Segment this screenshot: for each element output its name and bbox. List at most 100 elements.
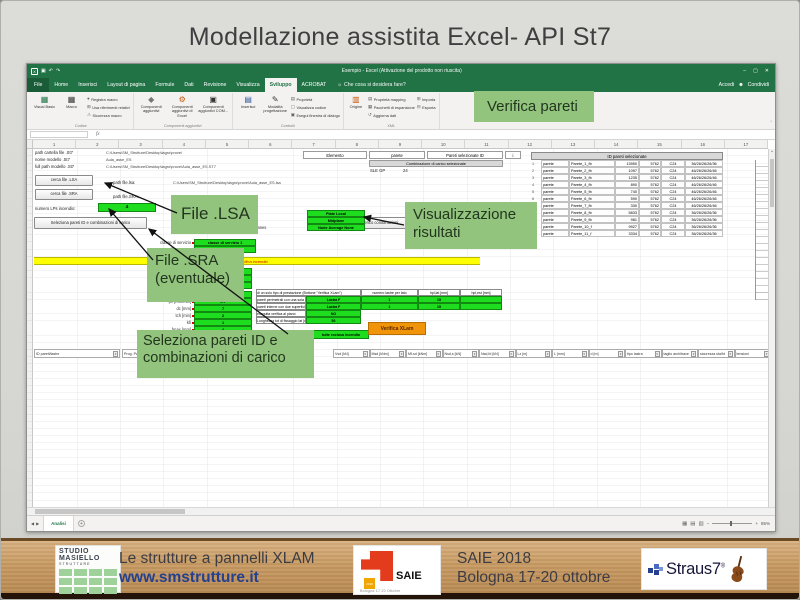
browse-sra-button[interactable]: cerca file .SRA: [35, 189, 93, 200]
ribbon-button[interactable]: ▥Origine: [346, 94, 366, 121]
ribbon-tab[interactable]: Sviluppo: [265, 78, 297, 92]
ribbon-tab[interactable]: Formule: [150, 78, 179, 92]
vertical-scrollbar[interactable]: ▲: [768, 149, 775, 507]
column-header[interactable]: 12: [509, 140, 552, 148]
table-row[interactable]: 11pareteParete_11_f33345762C2436/26/26/2…: [531, 230, 723, 237]
ribbon-button[interactable]: ✎Modalità progettazione: [262, 94, 289, 121]
filter-header-cell[interactable]: taglio architrave: [662, 349, 699, 358]
view-normal-icon[interactable]: ▦: [682, 521, 687, 527]
value-cell[interactable]: Lastra F: [306, 296, 361, 303]
setting-value-cell[interactable]: Midplane: [307, 217, 365, 223]
column-header[interactable]: 1: [33, 140, 76, 148]
table-row[interactable]: 1pareteParete_1_fb139505762C2436/26/26/2…: [531, 160, 723, 167]
browse-lsa-button[interactable]: cerca file .LSA: [35, 175, 93, 186]
column-header[interactable]: 5: [206, 140, 249, 148]
maximize-icon[interactable]: ▢: [753, 68, 758, 74]
table-row[interactable]: 10pareteParete_10_f99275762C2436/26/26/2…: [531, 223, 723, 230]
save-icon[interactable]: ▣: [41, 68, 46, 74]
scrollbar-thumb[interactable]: [35, 509, 185, 514]
ribbon-tab[interactable]: Dati: [179, 78, 198, 92]
name-box[interactable]: [30, 131, 88, 138]
ribbon-button[interactable]: ▦Visual Basic: [31, 94, 58, 121]
filter-header-cell[interactable]: Nsd,fd [kN]: [479, 349, 516, 358]
ribbon-tab[interactable]: Inserisci: [73, 78, 102, 92]
zoom-out-icon[interactable]: −: [707, 521, 710, 526]
ribbon-button[interactable]: ▣Componenti aggiuntivi COM...: [198, 94, 229, 121]
verify-xlam-button[interactable]: Verifica XLam: [368, 322, 426, 335]
filter-header-cell[interactable]: Nsd,s [kN]: [443, 349, 480, 358]
table-row[interactable]: 6pareteParete_6_fb5905762C2446/26/26/26/…: [531, 195, 723, 202]
table-row[interactable]: 8pareteParete_8_fb58335762C2436/26/26/26…: [531, 209, 723, 216]
view-break-icon[interactable]: ▥: [699, 521, 704, 527]
param-value-cell[interactable]: classe di servizio 1: [194, 239, 256, 245]
view-layout-icon[interactable]: ▤: [690, 521, 695, 527]
column-header[interactable]: 9: [379, 140, 422, 148]
table-row[interactable]: 5pareteParete_5_fb7405762C2446/26/26/26/…: [531, 188, 723, 195]
column-header[interactable]: 16: [682, 140, 725, 148]
filter-header-cell[interactable]: ID pareti/lastre: [34, 349, 120, 358]
ribbon-button[interactable]: ▦Macro: [58, 94, 85, 121]
zoom-slider[interactable]: [712, 523, 752, 524]
filter-header-cell[interactable]: tensioni: [735, 349, 772, 358]
ribbon-tab[interactable]: Home: [49, 78, 73, 92]
ribbon-button[interactable]: ⚙Componenti aggiuntivi di Excel: [167, 94, 198, 121]
collapse-ribbon-icon[interactable]: ˆ: [770, 121, 772, 127]
column-header[interactable]: 6: [249, 140, 292, 148]
ribbon-tab[interactable]: Visualizza: [231, 78, 264, 92]
column-header[interactable]: 11: [465, 140, 508, 148]
minimize-icon[interactable]: –: [743, 68, 746, 74]
combo-select-cell[interactable]: tutte escluso incendio: [313, 330, 369, 339]
value-cell[interactable]: 50: [306, 317, 361, 324]
filter-header-cell[interactable]: tipo lastra: [625, 349, 662, 358]
ribbon-tab[interactable]: File: [27, 78, 49, 92]
filter-header-cell[interactable]: Vsd [kN]: [333, 349, 370, 358]
value-cell[interactable]: [460, 303, 502, 310]
zoom-level[interactable]: 85%: [761, 521, 770, 526]
ribbon-button[interactable]: ▦Pacchetti di espansione: [368, 104, 415, 111]
ribbon-tab[interactable]: ACROBAT: [297, 78, 332, 92]
value-cell[interactable]: 1: [361, 296, 418, 303]
ribbon-button[interactable]: ▣Esegui finestra di dialogo: [291, 112, 340, 119]
table-row[interactable]: 4pareteParete_4_fb8905762C2446/26/26/26/…: [531, 181, 723, 188]
column-header[interactable]: 14: [595, 140, 638, 148]
share-button[interactable]: Condividi: [748, 82, 769, 88]
sign-in-button[interactable]: Accedi: [719, 82, 735, 88]
param-value-cell[interactable]: 2: [194, 312, 252, 318]
filter-header-cell[interactable]: d [m]: [589, 349, 626, 358]
close-icon[interactable]: ✕: [765, 68, 769, 74]
value-cell[interactable]: NO: [306, 310, 361, 317]
filter-header-cell[interactable]: Msd [kNm]: [370, 349, 407, 358]
filter-header-cell[interactable]: L [mm]: [552, 349, 589, 358]
ribbon-button[interactable]: ↺Aggiorna dati: [368, 112, 415, 119]
add-sheet-icon[interactable]: +: [78, 520, 85, 527]
sheet-prev-icon[interactable]: ◀: [31, 521, 34, 526]
zoom-slider-thumb[interactable]: [730, 521, 732, 526]
ribbon-button[interactable]: ▤Proprietà: [291, 96, 340, 103]
ribbon-button[interactable]: ●Registra macro: [87, 96, 130, 103]
column-header[interactable]: 8: [336, 140, 379, 148]
value-cell[interactable]: Lastra F: [306, 303, 361, 310]
column-header[interactable]: 2: [76, 140, 119, 148]
undo-icon[interactable]: ↶: [49, 68, 53, 74]
ribbon-button[interactable]: ⊞Importa: [417, 96, 436, 103]
table-row[interactable]: 7pareteParete_7_fb3305762C2446/26/26/26/…: [531, 202, 723, 209]
param-value-cell[interactable]: 1: [194, 319, 252, 325]
ribbon-button[interactable]: ⊞Usa riferimenti relativi: [87, 104, 130, 111]
value-cell[interactable]: [460, 296, 502, 303]
value-cell[interactable]: 15: [418, 303, 460, 310]
value-cell[interactable]: 1: [361, 303, 418, 310]
ribbon-button[interactable]: ▤Inserisci: [235, 94, 262, 121]
table-row[interactable]: 3pareteParete_3_fb12355762C2446/26/26/26…: [531, 174, 723, 181]
ribbon-button[interactable]: ◆Componenti aggiuntivi: [136, 94, 167, 121]
ribbon-button[interactable]: ⚠Sicurezza macro: [87, 112, 130, 119]
scrollbar-thumb[interactable]: [770, 159, 774, 207]
value-cell[interactable]: 15: [418, 296, 460, 303]
horizontal-scrollbar[interactable]: [27, 507, 775, 515]
ribbon-button[interactable]: ▤Proprietà mapping: [368, 96, 415, 103]
setting-value-cell[interactable]: Plate Local: [307, 210, 365, 216]
param-value-cell[interactable]: 7: [194, 305, 252, 311]
filter-header-cell[interactable]: Mf,sd [kNm]: [406, 349, 443, 358]
table-row[interactable]: 9pareteParete_9_fb9815762C2436/26/26/26/…: [531, 216, 723, 223]
column-header[interactable]: 4: [163, 140, 206, 148]
column-header[interactable]: 3: [119, 140, 162, 148]
